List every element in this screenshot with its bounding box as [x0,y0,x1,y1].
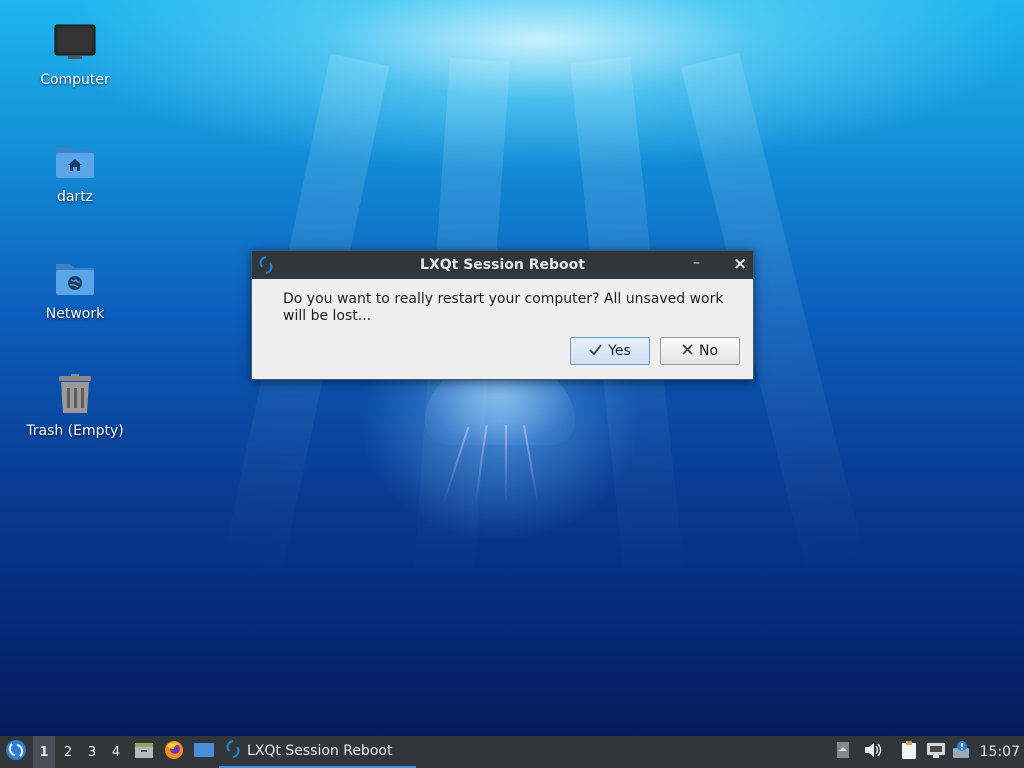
minimize-button[interactable]: – [693,255,700,271]
yes-button[interactable]: Yes [570,337,650,365]
start-menu-button[interactable] [2,736,30,768]
update-notifier-button[interactable] [951,736,973,768]
computer-monitor-icon [53,22,97,66]
x-icon [682,343,693,359]
volume-button[interactable] [862,736,884,768]
taskbar-window-button[interactable]: LXQt Session Reboot [219,736,416,768]
desktop-icon-label: Trash (Empty) [26,423,124,439]
taskbar: 1 2 3 4 LXQt Session Reboot 15:07 [0,736,1024,768]
clipboard-icon [900,740,918,764]
desktop-icon-computer[interactable]: Computer [20,22,130,88]
volume-icon [863,741,883,763]
show-desktop-icon [193,742,215,762]
desktop-switch-3[interactable]: 3 [81,736,103,768]
no-button[interactable]: No [660,337,740,365]
yes-button-label: Yes [608,343,631,359]
network-button[interactable] [925,736,947,768]
firefox-icon [164,740,184,764]
file-manager-icon [134,741,154,763]
tray-expand-button[interactable] [835,736,851,768]
desktop-background: Computer dartz Network Trash (Empty) LXQ… [0,0,1024,736]
desktop-icon-label: dartz [56,189,94,205]
dialog-titlebar[interactable]: LXQt Session Reboot – × [252,251,753,279]
close-button[interactable]: × [733,254,747,274]
update-notifier-icon [952,740,972,764]
desktop-icon-network[interactable]: Network [20,256,130,322]
dialog-message: Do you want to really restart your compu… [283,291,724,324]
desktop-icon-trash[interactable]: Trash (Empty) [20,373,130,439]
desktop-icon-home-folder[interactable]: dartz [20,139,130,205]
desktop-switch-2[interactable]: 2 [57,736,79,768]
clipboard-button[interactable] [898,736,920,768]
taskbar-window-label: LXQt Session Reboot [247,743,393,759]
desktop-switch-4[interactable]: 4 [105,736,127,768]
trash-icon [53,373,97,417]
desktop-icon-label: Computer [40,72,110,88]
show-desktop-button[interactable] [192,736,216,768]
checkmark-icon [589,343,602,359]
home-folder-icon [53,139,97,183]
desktop-icon-label: Network [45,306,105,322]
jellyfish-tentacle [505,425,507,505]
network-wired-icon [926,741,946,763]
desktop-switch-1[interactable]: 1 [33,736,55,768]
reboot-dialog: LXQt Session Reboot – × Do you want to r… [251,250,754,380]
clock[interactable]: 15:07 [980,744,1020,760]
firefox-launcher[interactable] [163,736,185,768]
tray-arrow-icon [836,741,850,763]
file-manager-launcher[interactable] [133,736,155,768]
network-folder-icon [53,256,97,300]
no-button-label: No [698,343,719,359]
dialog-title: LXQt Session Reboot [420,257,585,273]
lxqt-icon [225,740,241,762]
lxqt-start-menu-icon [5,739,27,765]
